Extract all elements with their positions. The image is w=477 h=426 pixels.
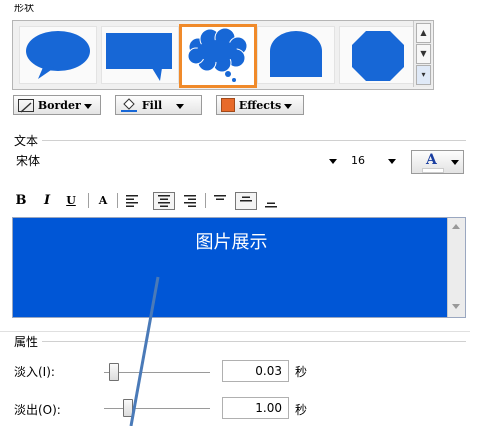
shape-option-oval-callout[interactable] [19, 26, 97, 84]
border-pen-icon [18, 98, 34, 113]
align-center-button[interactable] [153, 192, 175, 210]
valign-top-button[interactable] [212, 192, 228, 210]
cloud-callout-icon [187, 27, 248, 82]
gallery-scroll-up-button[interactable]: ▲ [416, 23, 431, 43]
gallery-scrollbar[interactable]: ▲ ▼ ▾ [413, 21, 432, 87]
format-separator [88, 193, 89, 208]
font-size-select[interactable]: 16 [347, 152, 401, 170]
shape-option-rect-callout[interactable] [101, 26, 179, 84]
format-separator [117, 193, 118, 208]
text-color-label: A [426, 152, 437, 168]
oval-callout-icon [26, 31, 90, 79]
format-separator [205, 193, 206, 208]
font-name-select[interactable]: 宋体 [12, 152, 342, 170]
shape-option-cloud-callout[interactable] [179, 24, 257, 88]
properties-section-divider [42, 341, 466, 342]
fade-out-unit: 秒 [295, 403, 308, 417]
valign-bottom-button[interactable] [263, 192, 279, 210]
scroll-down-icon[interactable] [452, 304, 460, 309]
fill-button-label: Fill [141, 99, 163, 112]
valign-bottom-icon [265, 202, 277, 208]
rect-callout-icon [106, 33, 172, 81]
align-left-button[interactable] [124, 192, 140, 210]
effects-button-label: Effects [238, 99, 282, 112]
chevron-down-icon [329, 159, 337, 164]
font-name-value: 宋体 [16, 154, 41, 168]
chevron-down-icon [176, 103, 185, 109]
fade-in-label: 淡入(I): [14, 365, 55, 379]
underline-button[interactable]: U [64, 192, 78, 210]
properties-section-label: 属性 [14, 335, 39, 349]
textarea-scrollbar[interactable] [447, 218, 465, 317]
shape-option-round-rect[interactable] [257, 26, 335, 84]
fill-button[interactable]: Fill [115, 95, 202, 115]
chevron-down-icon [388, 159, 396, 164]
align-left-icon [126, 195, 138, 207]
effects-icon [221, 98, 235, 112]
text-content-area[interactable]: 图片展示 [12, 217, 466, 318]
fade-out-value-input[interactable]: 1.00 [222, 397, 289, 419]
align-right-button[interactable] [182, 192, 198, 210]
font-size-value: 16 [351, 154, 365, 167]
fade-out-slider-track[interactable] [104, 408, 210, 409]
valign-middle-button[interactable] [235, 192, 257, 210]
italic-button[interactable]: I [40, 192, 54, 210]
valign-top-icon [214, 195, 226, 200]
fill-bucket-icon [120, 98, 138, 112]
text-color-button[interactable]: A [411, 150, 464, 174]
text-section-label: 文本 [14, 134, 39, 148]
text-section-divider [42, 140, 466, 141]
fade-in-unit: 秒 [295, 365, 308, 379]
font-color-button[interactable]: A [96, 192, 110, 210]
fade-out-label: 淡出(O): [14, 403, 61, 417]
align-center-icon [158, 195, 170, 207]
fade-in-slider-track[interactable] [104, 372, 210, 373]
shape-option-octagon[interactable] [339, 26, 417, 84]
chevron-down-icon [451, 160, 459, 165]
fade-in-slider-thumb[interactable] [108, 363, 119, 381]
gallery-more-button[interactable]: ▾ [416, 65, 431, 85]
fade-in-value-input[interactable]: 0.03 [222, 360, 289, 382]
scroll-up-icon[interactable] [452, 224, 460, 229]
valign-middle-icon [240, 196, 252, 202]
gallery-scroll-down-button[interactable]: ▼ [416, 44, 431, 64]
chevron-down-icon [83, 103, 92, 109]
octagon-shape-icon [352, 31, 404, 81]
bold-button[interactable]: B [14, 192, 28, 210]
border-button[interactable]: Border [13, 95, 101, 115]
text-content: 图片展示 [195, 232, 268, 253]
text-color-swatch [422, 168, 444, 173]
fade-out-slider-thumb[interactable] [123, 399, 134, 417]
shape-section-label: 形状 [14, 4, 34, 12]
shape-gallery [12, 20, 434, 90]
align-right-icon [184, 195, 196, 207]
effects-button[interactable]: Effects [216, 95, 304, 115]
border-button-label: Border [37, 99, 81, 112]
round-rect-shape-icon [270, 31, 322, 77]
chevron-down-icon [284, 103, 293, 109]
properties-top-divider [0, 331, 470, 332]
